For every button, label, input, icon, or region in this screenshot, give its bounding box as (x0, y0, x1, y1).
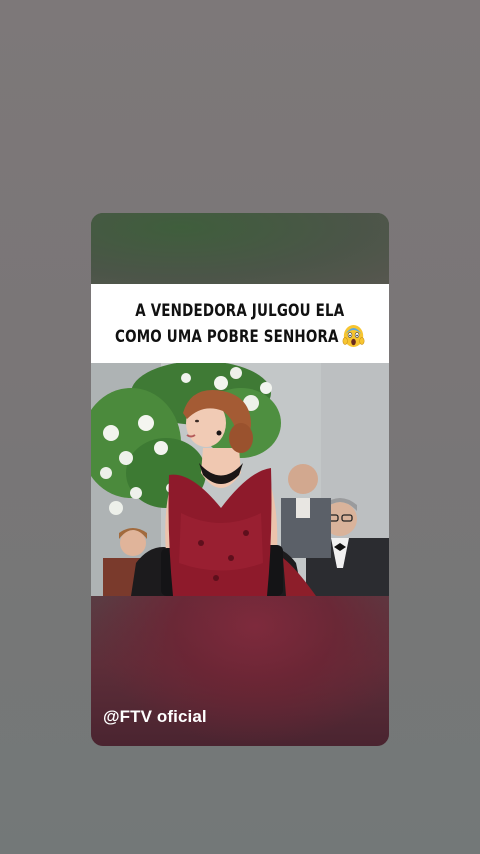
caption-line-1: A VENDEDORA JULGOU ELA (135, 300, 345, 321)
scene-illustration (91, 363, 389, 596)
caption-line-2: COMO UMA POBRE SENHORA (115, 324, 365, 350)
video-frame[interactable] (91, 363, 389, 596)
story-card[interactable]: A VENDEDORA JULGOU ELA COMO UMA POBRE SE… (91, 213, 389, 746)
blurred-top-frame (91, 213, 389, 285)
channel-watermark: @FTV oficial (103, 707, 207, 726)
caption-banner: A VENDEDORA JULGOU ELA COMO UMA POBRE SE… (91, 284, 389, 363)
caption-line-2-text: COMO UMA POBRE SENHORA (115, 326, 339, 347)
screaming-face-icon (342, 324, 365, 347)
